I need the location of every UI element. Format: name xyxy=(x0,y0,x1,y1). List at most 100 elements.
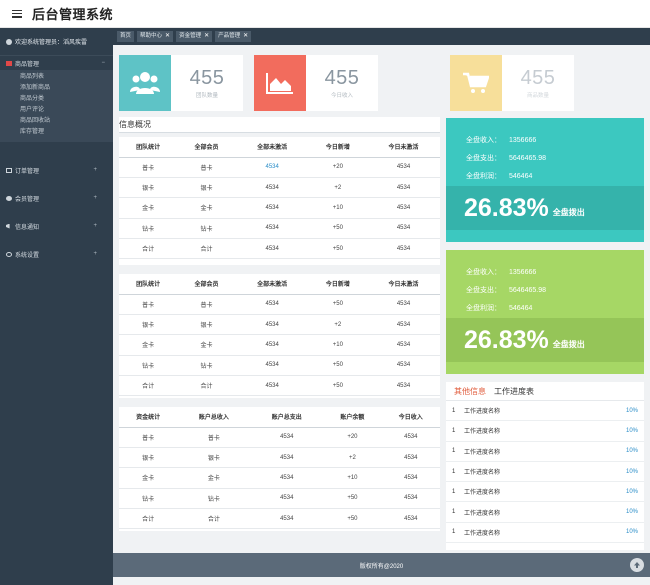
collapse-icon[interactable]: − xyxy=(101,60,105,66)
menu-toggle-icon[interactable] xyxy=(12,9,22,18)
stat-body: 455 团队数量 xyxy=(171,55,243,111)
table-row: 银卡 银卡 4534 +2 4534 xyxy=(119,177,440,199)
list-item: 1 工作进度名称 10% xyxy=(446,502,644,523)
row-percent: 10% xyxy=(625,529,638,536)
table-header: 全部未激活 xyxy=(235,137,309,158)
close-icon[interactable]: ✕ xyxy=(243,31,248,42)
table-row: 普卡 普卡 4534 +20 4534 xyxy=(119,427,440,448)
table-row: 普卡 普卡 4534 +50 4534 xyxy=(119,294,440,315)
copyright-text: 版权所有@2020 xyxy=(359,563,404,570)
tab-other-info[interactable]: 其他信息 xyxy=(454,386,486,400)
sidebar-item-orders[interactable]: 订单管理 + xyxy=(0,156,113,184)
table-cell: 4534 xyxy=(367,375,440,397)
table-cell: +20 xyxy=(323,427,382,448)
table-row: 银卡 银卡 4534 +2 4534 xyxy=(119,447,440,469)
table-cell: 4534 xyxy=(235,177,309,199)
tab-progress-schedule[interactable]: 工作进度表 xyxy=(494,386,534,400)
sidebar-subitem-inventory[interactable]: 库存管理 xyxy=(0,127,113,138)
list-item: 1 工作进度名称 10% xyxy=(446,421,644,442)
table-row: 钻卡 钻卡 4534 +50 4534 xyxy=(119,218,440,240)
overview-panel-1: 信息概况 团队统计 全部会员 全部未激活 今日新增 今日未激活 普卡 普卡 45… xyxy=(119,117,440,265)
table-cell: 银卡 xyxy=(177,314,236,336)
table-cell: 4534 xyxy=(367,218,440,240)
percent-label: 全盘拨出 xyxy=(552,207,585,217)
table-header-row: 团队统计 全部会员 全部未激活 今日新增 今日未激活 xyxy=(119,137,440,158)
table-cell: 4534 xyxy=(367,157,440,178)
sidebar-subitem-add-product[interactable]: 添加新商品 xyxy=(0,83,113,94)
table-cell: 4534 xyxy=(250,427,324,448)
table-cell: +10 xyxy=(308,197,368,219)
table-cell: 4534 xyxy=(367,355,440,377)
arrow-up-icon xyxy=(634,562,640,568)
table-cell: 合计 xyxy=(177,375,236,397)
percent-value: 26.83% xyxy=(464,325,549,354)
close-icon[interactable]: ✕ xyxy=(204,31,209,42)
sidebar-subitem-product-list[interactable]: 商品列表 xyxy=(0,72,113,83)
sidebar-item-products[interactable]: 商品管理 − xyxy=(0,56,113,70)
table-cell: 合计 xyxy=(119,508,178,530)
table-cell: 4534 xyxy=(235,238,309,260)
expand-icon[interactable]: + xyxy=(93,251,97,257)
tab-products[interactable]: 产品管理 ✕ xyxy=(215,31,252,42)
table-cell: 银卡 xyxy=(177,177,236,199)
sidebar-subitem-product-category[interactable]: 商品分类 xyxy=(0,94,113,105)
overview-title: 信息概况 xyxy=(119,117,440,133)
sidebar-group-products: 商品管理 − 商品列表 添加新商品 商品分类 用户评论 商品回收站 库存管理 xyxy=(0,56,113,142)
table-header: 账户余额 xyxy=(323,407,382,428)
row-index: 1 xyxy=(452,448,456,455)
table-cell: 银卡 xyxy=(177,447,251,469)
table-cell: 钻卡 xyxy=(177,355,236,377)
expand-icon[interactable]: + xyxy=(93,167,97,173)
table-cell: 合计 xyxy=(177,508,251,530)
tab-home[interactable]: 首页 xyxy=(117,31,135,42)
sidebar-item-notifications[interactable]: 信息通知 + xyxy=(0,212,113,240)
table-cell: 4534 xyxy=(381,467,440,489)
sidebar-subitem-user-reviews[interactable]: 用户评论 xyxy=(0,105,113,116)
close-icon[interactable]: ✕ xyxy=(165,31,170,42)
stat-label: 商品数量 xyxy=(526,93,549,99)
flag-icon xyxy=(6,60,12,66)
table-cell: 钻卡 xyxy=(177,488,251,510)
info-tabs: 其他信息 工作进度表 xyxy=(446,382,644,401)
sidebar-subitem-product-recycle[interactable]: 商品回收站 xyxy=(0,116,113,127)
expand-icon[interactable]: + xyxy=(93,223,97,229)
table-cell: +10 xyxy=(308,334,368,356)
sidebar-item-label: 系统设置 xyxy=(15,252,40,259)
row-name: 工作进度名称 xyxy=(464,470,501,477)
row-index: 1 xyxy=(452,488,456,495)
table-cell: 金卡 xyxy=(177,334,236,356)
row-percent: 10% xyxy=(625,468,638,475)
scroll-top-button[interactable] xyxy=(630,558,644,572)
list-item: 1 工作进度名称 10% xyxy=(446,523,644,544)
team-stats-table-2: 团队统计 全部会员 全部未激活 今日新增 今日未激活 普卡 普卡 4534 +5… xyxy=(119,274,440,397)
main-content: 455 团队数量 455 今日收入 455 商品数量 信息概况 团队统计 全部会… xyxy=(113,45,650,553)
summary-expense: 全盘支出： 5646465.98 xyxy=(466,155,546,162)
table-header: 全部未激活 xyxy=(235,274,309,295)
sidebar-item-settings[interactable]: 系统设置 + xyxy=(0,240,113,268)
table-header: 全部会员 xyxy=(177,274,236,295)
stat-value: 455 xyxy=(520,67,556,89)
tab-help-center[interactable]: 帮助中心 ✕ xyxy=(137,31,174,42)
table-cell: +2 xyxy=(323,447,382,469)
table-cell: 4534 xyxy=(367,314,440,336)
sidebar-item-members[interactable]: 会员管理 + xyxy=(0,184,113,212)
sidebar: 欢迎系统管理员：滔风疾雷 商品管理 − 商品列表 添加新商品 商品分类 用户评论… xyxy=(0,28,113,585)
table-cell: 4534 xyxy=(250,467,324,489)
table-row: 金卡 金卡 4534 +10 4534 xyxy=(119,467,440,489)
tab-funds[interactable]: 资金管理 ✕ xyxy=(176,31,213,42)
table-cell: +50 xyxy=(308,375,368,397)
table-cell-link[interactable]: 4534 xyxy=(235,157,309,178)
table-cell: 金卡 xyxy=(119,197,178,219)
stat-card-team: 455 团队数量 xyxy=(119,55,243,111)
table-header: 今日收入 xyxy=(381,407,440,428)
sidebar-item-label: 会员管理 xyxy=(15,196,40,203)
stat-label: 今日收入 xyxy=(330,93,353,99)
percent-value: 26.83% xyxy=(464,193,549,222)
table-header-row: 资金统计 账户总收入 账户总支出 账户余额 今日收入 xyxy=(119,407,440,428)
summary-income: 全盘收入： 1356666 xyxy=(466,137,537,144)
table-cell: 4534 xyxy=(367,294,440,315)
app-title: 后台管理系统 xyxy=(32,7,114,22)
expand-icon[interactable]: + xyxy=(93,195,97,201)
row-index: 1 xyxy=(452,427,456,434)
table-cell: +10 xyxy=(323,467,382,489)
